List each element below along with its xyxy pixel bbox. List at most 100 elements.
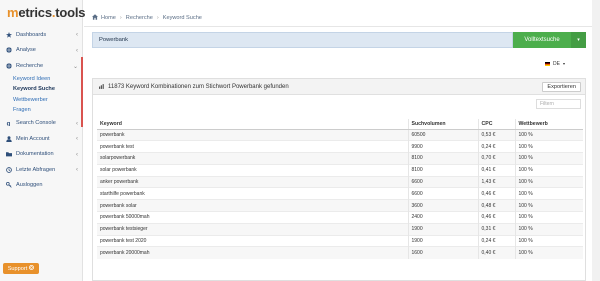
subitem-keyword-suche[interactable]: Keyword Suche bbox=[13, 84, 83, 95]
table-row[interactable]: powerbank test 9900 0,24 €100 % bbox=[97, 140, 583, 153]
cpc-cell: 0,24 € bbox=[477, 234, 515, 247]
language-code: DE bbox=[553, 60, 560, 67]
caret-down-icon: ▾ bbox=[562, 61, 565, 66]
cpc-cell: 0,46 € bbox=[477, 211, 515, 224]
column-header-cpc[interactable]: CPC bbox=[477, 119, 515, 130]
logo-m: m bbox=[7, 5, 19, 20]
search-row: Powerbank Volltextsuche ▾ bbox=[92, 32, 586, 48]
sidebar-item-search-console[interactable]: g Search Console ‹ bbox=[0, 116, 83, 132]
sidebar-item-label: Dokumentation bbox=[16, 151, 54, 158]
subitem-fragen[interactable]: Fragen bbox=[13, 105, 83, 116]
home-icon bbox=[92, 13, 98, 22]
breadcrumb-recherche[interactable]: Recherche bbox=[126, 15, 153, 21]
column-header-keyword[interactable]: Keyword bbox=[97, 119, 408, 130]
competition-cell: 100 % bbox=[514, 140, 583, 153]
sidebar-item-analyse[interactable]: Analyse ‹ bbox=[0, 43, 83, 59]
competition-cell: 100 % bbox=[514, 222, 583, 236]
table-header-row: Keyword Suchvolumen CPC Wettbewerb bbox=[97, 119, 583, 130]
sidebar-item-recherche[interactable]: Recherche ⌄ bbox=[0, 58, 83, 74]
volltextsuche-button[interactable]: Volltextsuche bbox=[513, 32, 571, 48]
column-header-suchvolumen[interactable]: Suchvolumen bbox=[407, 119, 478, 130]
table-row[interactable]: solar powerbank 8100 0,41 €100 % bbox=[97, 163, 583, 177]
cpc-cell: 0,31 € bbox=[477, 222, 515, 236]
globe-icon bbox=[6, 63, 12, 69]
results-header: 11873 Keyword Kombinationen zum Stichwor… bbox=[93, 79, 585, 95]
cpc-cell: 0,53 € bbox=[477, 128, 515, 141]
volume-cell: 1900 bbox=[407, 222, 478, 236]
keyword-cell: solarpowerbank bbox=[97, 152, 408, 165]
competition-cell: 100 % bbox=[514, 199, 583, 212]
cpc-cell: 0,40 € bbox=[477, 246, 515, 259]
table-row[interactable]: solarpowerbank 8100 0,70 €100 % bbox=[97, 152, 583, 165]
keyword-table: Keyword Suchvolumen CPC Wettbewerb power… bbox=[97, 119, 583, 259]
search-options-dropdown[interactable]: ▾ bbox=[571, 32, 586, 48]
keyword-cell: powerbank testsieger bbox=[97, 222, 408, 236]
logo-etrics: etrics bbox=[18, 5, 52, 20]
cpc-cell: 0,41 € bbox=[477, 163, 515, 177]
table-row[interactable]: starthilfe powerbank 6600 0,46 €100 % bbox=[97, 187, 583, 200]
volume-cell: 8100 bbox=[407, 163, 478, 177]
keyword-cell: anker powerbank bbox=[97, 175, 408, 188]
folder-icon bbox=[6, 151, 12, 157]
volume-cell: 1900 bbox=[407, 234, 478, 247]
competition-cell: 100 % bbox=[514, 152, 583, 165]
sidebar-item-dashboards[interactable]: Dashboards ‹ bbox=[0, 27, 83, 43]
support-label: Support bbox=[7, 265, 28, 272]
sidebar-item-label: Ausloggen bbox=[16, 182, 43, 189]
chevron-left-icon: ‹ bbox=[76, 32, 78, 38]
table-row[interactable]: powerbank 20000mah 1600 0,40 €100 % bbox=[97, 246, 583, 259]
user-icon bbox=[6, 136, 12, 142]
competition-cell: 100 % bbox=[514, 187, 583, 200]
sidebar-item-label: Letzte Abfragen bbox=[16, 166, 56, 173]
chart-icon bbox=[99, 84, 105, 89]
chevron-left-icon: ‹ bbox=[76, 151, 78, 158]
filter-input[interactable]: Filtern bbox=[536, 99, 581, 109]
table-row[interactable]: anker powerbank 6600 1,43 €100 % bbox=[97, 175, 583, 188]
cpc-cell: 1,43 € bbox=[477, 175, 515, 188]
logo[interactable]: metrics.tools bbox=[7, 5, 86, 20]
breadcrumb-home[interactable]: Home bbox=[101, 15, 116, 21]
volume-cell: 6600 bbox=[407, 175, 478, 188]
recherche-submenu: Keyword Ideen Keyword Suche Wettbewerber… bbox=[0, 74, 83, 116]
competition-cell: 100 % bbox=[514, 211, 583, 224]
export-button[interactable]: Exportieren bbox=[542, 82, 581, 92]
table-row[interactable]: powerbank test 2020 1900 0,24 €100 % bbox=[97, 234, 583, 247]
scrollbar-thumb[interactable] bbox=[593, 0, 599, 281]
sidebar-item-letzte-abfragen[interactable]: Letzte Abfragen ‹ bbox=[0, 162, 83, 178]
subitem-wettbewerber[interactable]: Wettbewerber bbox=[13, 95, 83, 106]
sidebar-item-label: Recherche bbox=[16, 62, 44, 69]
volume-cell: 8100 bbox=[407, 152, 478, 165]
sidebar-item-label: Mein Account bbox=[16, 135, 50, 142]
volume-cell: 3600 bbox=[407, 199, 478, 212]
logo-tools: tools bbox=[55, 5, 86, 20]
support-button[interactable]: Support bbox=[3, 263, 39, 274]
table-row[interactable]: powerbank 50000mah 2400 0,46 €100 % bbox=[97, 211, 583, 224]
sidebar-item-dokumentation[interactable]: Dokumentation ‹ bbox=[0, 147, 83, 163]
cpc-cell: 0,46 € bbox=[477, 187, 515, 200]
sidebar-nav: Dashboards ‹ Analyse ‹ Recherche ⌄ Keywo… bbox=[0, 27, 83, 193]
keyword-cell: powerbank solar bbox=[97, 199, 408, 212]
breadcrumb-separator: › bbox=[156, 14, 159, 21]
keyword-cell: powerbank 20000mah bbox=[97, 246, 408, 259]
subitem-keyword-ideen[interactable]: Keyword Ideen bbox=[13, 74, 83, 85]
search-input[interactable]: Powerbank bbox=[92, 32, 513, 48]
support-icon bbox=[29, 265, 35, 272]
keyword-cell: powerbank 50000mah bbox=[97, 211, 408, 224]
chevron-down-icon: ⌄ bbox=[72, 64, 78, 70]
table-row[interactable]: powerbank testsieger 1900 0,31 €100 % bbox=[97, 222, 583, 236]
language-select[interactable]: DE ▾ bbox=[545, 59, 573, 68]
volume-cell: 2400 bbox=[407, 211, 478, 224]
results-panel: 11873 Keyword Kombinationen zum Stichwor… bbox=[92, 78, 586, 281]
keyword-cell: solar powerbank bbox=[97, 163, 408, 177]
page-scrollbar[interactable] bbox=[592, 0, 600, 281]
volume-cell: 60500 bbox=[407, 128, 478, 141]
chevron-left-icon: ‹ bbox=[76, 167, 78, 173]
table-row[interactable]: powerbank solar 3600 0,48 €100 % bbox=[97, 199, 583, 212]
table-row[interactable]: powerbank 60500 0,53 €100 % bbox=[97, 128, 583, 141]
history-icon bbox=[6, 166, 12, 173]
sidebar-item-ausloggen[interactable]: Ausloggen bbox=[0, 178, 83, 194]
svg-text:g: g bbox=[7, 122, 11, 127]
sidebar-item-mein-account[interactable]: Mein Account ‹ bbox=[0, 131, 83, 147]
column-header-wettbewerb[interactable]: Wettbewerb bbox=[514, 119, 583, 130]
keyword-cell: powerbank test bbox=[97, 140, 408, 153]
